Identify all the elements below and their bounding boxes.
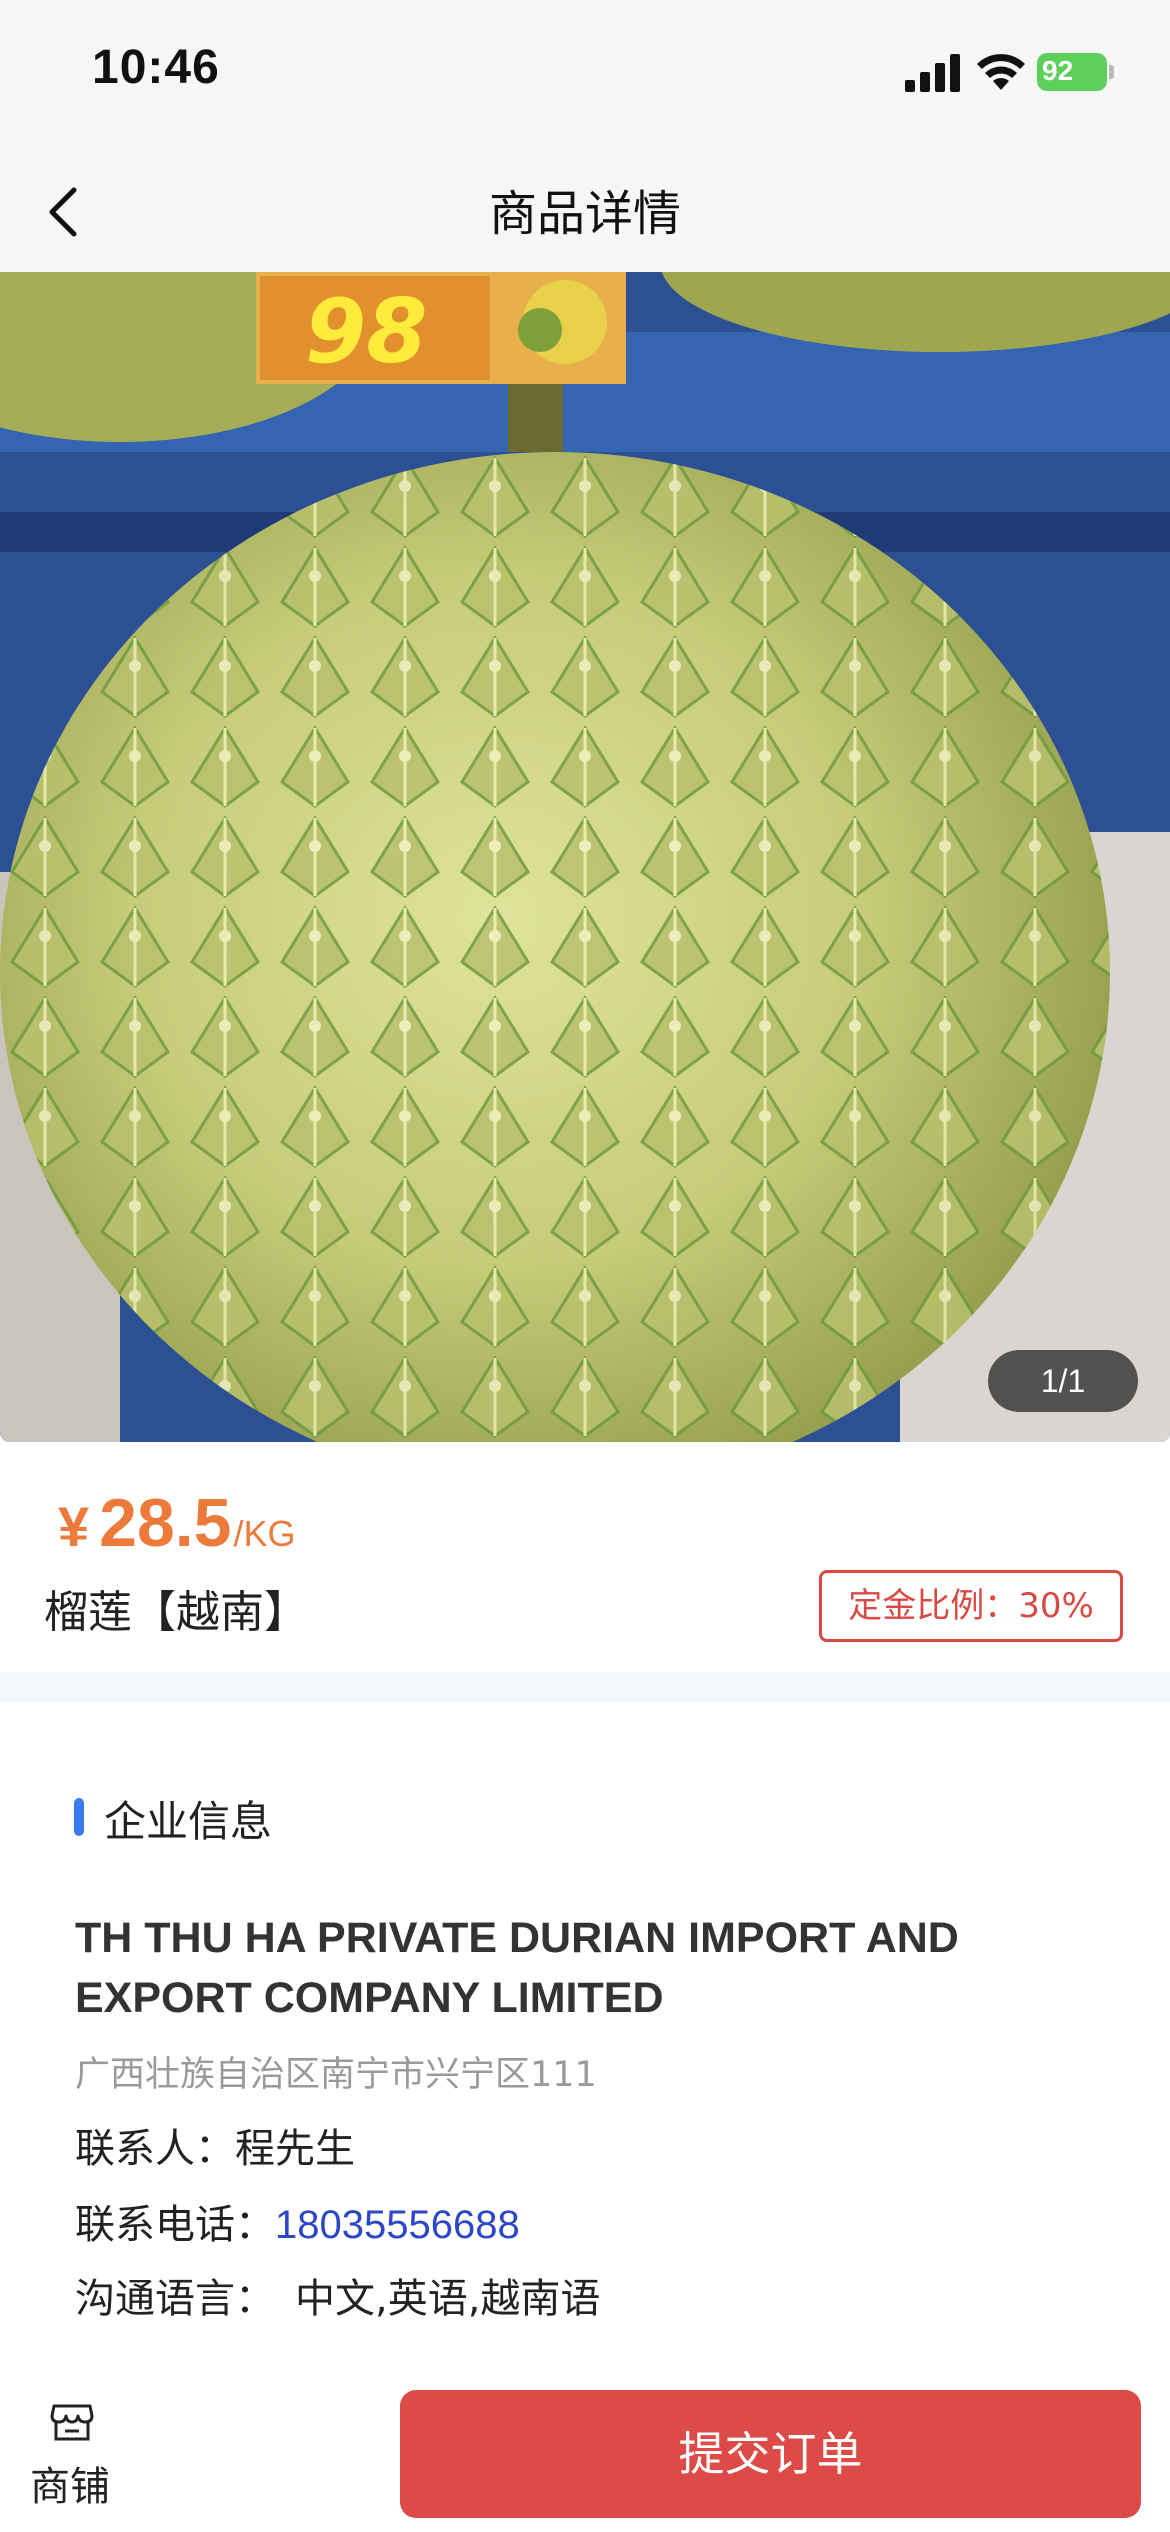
- company-info-section: 企业信息 TH THU HA PRIVATE DURIAN IMPORT AND…: [0, 1702, 1170, 2342]
- product-image[interactable]: 98 1/1: [0, 272, 1170, 1442]
- phone-label: 联系电话：: [75, 2202, 275, 2248]
- product-name: 榴莲【越南】: [44, 1587, 308, 1638]
- language-label: 沟通语言：: [75, 2276, 275, 2322]
- image-counter: 1/1: [988, 1350, 1138, 1412]
- wifi-icon: [977, 54, 1025, 90]
- price-value: 28.5: [99, 1485, 232, 1561]
- phone-link[interactable]: 18035556688: [275, 2203, 520, 2247]
- company-address: 广西壮族自治区南宁市兴宁区111: [75, 2055, 597, 2095]
- status-time: 10:46: [92, 41, 220, 94]
- status-bar: 10:46 92: [0, 0, 1170, 150]
- signal-icon: [905, 54, 960, 92]
- page-title: 商品详情: [488, 186, 681, 242]
- contact-value: 程先生: [235, 2126, 355, 2172]
- price-tag-text: 98: [305, 280, 427, 383]
- contact-label: 联系人：: [75, 2126, 235, 2172]
- shop-label: 商铺: [30, 2464, 110, 2510]
- section-title: 企业信息: [104, 1797, 273, 1846]
- durian-photo: 98: [0, 272, 1170, 1442]
- nav-bar: 商品详情: [0, 150, 1170, 272]
- section-divider: [0, 1672, 1170, 1702]
- price-section: ¥28.5/KG 榴莲【越南】 定金比例：30%: [0, 1442, 1170, 1682]
- price-unit: /KG: [233, 1513, 296, 1554]
- language-value: 中文,英语,越南语: [295, 2276, 601, 2322]
- submit-order-button[interactable]: 提交订单: [400, 2390, 1141, 2518]
- phone-row: 联系电话：18035556688: [75, 2192, 520, 2250]
- contact-person-row: 联系人：程先生: [75, 2116, 355, 2174]
- currency-symbol: ¥: [58, 1495, 90, 1558]
- section-accent-bar: [74, 1798, 84, 1836]
- deposit-ratio-badge: 定金比例：30%: [819, 1570, 1123, 1642]
- store-icon: [50, 2404, 94, 2441]
- company-name: TH THU HA PRIVATE DURIAN IMPORT AND EXPO…: [75, 1914, 959, 2022]
- language-row: 沟通语言： 中文,英语,越南语: [75, 2266, 600, 2324]
- shop-button[interactable]: 商铺: [20, 2402, 130, 2512]
- bottom-action-bar: 商铺 提交订单: [0, 2342, 1170, 2532]
- battery-icon: 92: [1037, 53, 1114, 91]
- product-detail-page: 10:46 92 商品详情 98 1/1 ¥ 28.5/KG 榴莲【越南】 定金…: [0, 0, 1170, 2532]
- price: ¥28.5/KG: [58, 1484, 296, 1562]
- battery-level: 92: [1042, 55, 1074, 86]
